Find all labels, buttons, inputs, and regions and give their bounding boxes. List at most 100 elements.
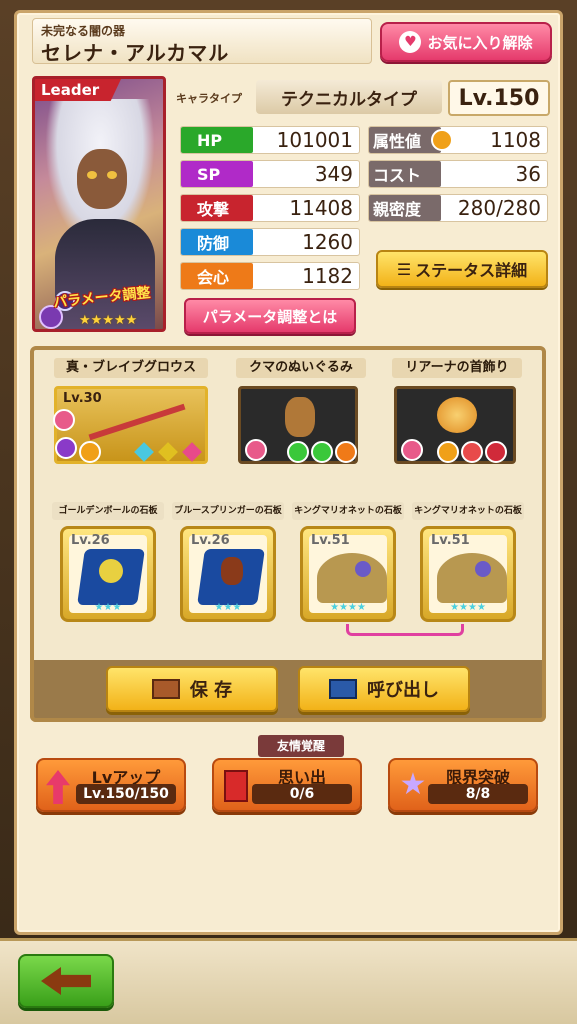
stone-title: キングマリオネットの石板 — [412, 502, 524, 520]
stat-intimacy: 親密度 280/280 — [368, 194, 548, 222]
effect-icon — [311, 441, 333, 463]
stone-title: ブルースプリンガーの石板 — [172, 502, 284, 520]
stat-value: 280/280 — [457, 196, 541, 220]
gem-icon — [158, 442, 178, 462]
bear-doll-icon — [285, 397, 315, 437]
lock-icon — [53, 409, 75, 431]
lightning-icon — [79, 441, 101, 463]
stat-cost: コスト 36 — [368, 160, 548, 188]
stat-defense: 防御 1260 — [180, 228, 360, 256]
stat-critical: 会心 1182 — [180, 262, 360, 290]
necklace-icon — [437, 397, 477, 433]
stat-value: 1260 — [302, 230, 353, 254]
limit-break-button[interactable]: ★ 限界突破 8/8 — [388, 758, 538, 812]
effect-icon — [335, 441, 357, 463]
stone-level: Lv.51 — [311, 533, 350, 548]
stat-value: 11408 — [289, 196, 353, 220]
equip-title: リアーナの首飾り — [392, 358, 522, 378]
selection-indicator — [346, 624, 464, 636]
stone-slot-4[interactable]: Lv.51 ★★★★ — [420, 526, 516, 622]
save-label: 保 存 — [189, 680, 233, 701]
memory-button[interactable]: 思い出 0/6 — [212, 758, 362, 812]
param-about-button[interactable]: パラメータ調整とは — [184, 298, 356, 334]
golden-ball-icon — [99, 559, 123, 583]
character-title-box: 未完なる闇の器 セレナ・アルカマル — [32, 18, 372, 65]
stat-value: 349 — [314, 162, 353, 186]
spear-icon — [88, 403, 186, 441]
special-icon — [485, 441, 507, 463]
rarity-stars: ★★★★★ — [79, 313, 138, 328]
stone-title: ゴールデンボールの石板 — [52, 502, 164, 520]
favorite-remove-label: お気に入り解除 — [427, 33, 533, 52]
stat-label: 攻撃 — [181, 195, 253, 221]
lock-icon — [401, 439, 423, 461]
load-button[interactable]: 呼び出し — [298, 666, 470, 712]
accessory-slot-necklace[interactable] — [394, 386, 516, 464]
stone-stars: ★★★ — [94, 602, 122, 613]
stat-value: 1108 — [490, 128, 541, 152]
effect-icon — [437, 441, 459, 463]
status-detail-label: ステータス詳細 — [415, 261, 528, 280]
stat-label: SP — [181, 161, 253, 187]
stone-level: Lv.26 — [71, 533, 110, 548]
stat-label: コスト — [369, 161, 441, 187]
save-button[interactable]: 保 存 — [106, 666, 278, 712]
stat-attack: 攻撃 11408 — [180, 194, 360, 222]
favorite-remove-button[interactable]: ♥ お気に入り解除 — [380, 22, 552, 62]
arrow-up-icon — [46, 770, 70, 804]
springer-icon — [221, 557, 243, 585]
lightning-icon — [431, 129, 453, 151]
element-icon — [55, 437, 77, 459]
stat-value: 36 — [515, 162, 541, 186]
lock-icon — [245, 439, 267, 461]
levelup-value: Lv.150/150 — [76, 784, 176, 804]
fan-tablet-icon — [437, 553, 507, 603]
stat-hp: HP 101001 — [180, 126, 360, 154]
stone-slot-2[interactable]: Lv.26 ★★★ — [180, 526, 276, 622]
weapon-slot[interactable]: Lv.30 — [53, 386, 208, 464]
memory-value: 0/6 — [252, 784, 352, 804]
stone-stars: ★★★ — [214, 602, 242, 613]
level-box: Lv.150 — [448, 80, 550, 116]
effect-icon — [461, 441, 483, 463]
stone-slot-1[interactable]: Lv.26 ★★★ — [60, 526, 156, 622]
friend-awakening-tag: 友情覚醒 — [258, 735, 344, 757]
stat-value: 101001 — [276, 128, 353, 152]
stat-label: HP — [181, 127, 253, 153]
effect-icon — [287, 441, 309, 463]
accessory-slot-bear[interactable] — [238, 386, 358, 464]
stone-level: Lv.26 — [191, 533, 230, 548]
load-label: 呼び出し — [367, 680, 439, 701]
gem-icon — [475, 561, 491, 577]
portrait-face — [77, 149, 127, 209]
load-icon — [329, 679, 357, 699]
stone-stars: ★★★★ — [330, 602, 366, 613]
arrow-left-icon — [41, 967, 91, 995]
stone-slot-3[interactable]: Lv.51 ★★★★ — [300, 526, 396, 622]
levelup-button[interactable]: Lvアップ Lv.150/150 — [36, 758, 186, 812]
stat-value: 1182 — [302, 264, 353, 288]
gem-icon — [355, 561, 371, 577]
stat-sp: SP 349 — [180, 160, 360, 188]
equip-level: Lv.30 — [63, 391, 102, 406]
character-portrait[interactable]: Leader パラメータ調整 ★★★★★ — [32, 76, 166, 332]
status-detail-button[interactable]: ☰ ステータス詳細 — [376, 250, 548, 288]
portrait-eye — [107, 171, 117, 179]
stone-stars: ★★★★ — [450, 602, 486, 613]
stone-level: Lv.51 — [431, 533, 470, 548]
stat-attribute: 属性値 1108 — [368, 126, 548, 154]
type-value: テクニカルタイプ — [256, 80, 442, 114]
equip-title: クマのぬいぐるみ — [236, 358, 366, 378]
stat-label: 親密度 — [369, 195, 441, 221]
heart-icon: ♥ — [399, 31, 422, 53]
stat-label: 会心 — [181, 263, 253, 289]
back-button[interactable] — [18, 954, 114, 1008]
save-icon — [151, 679, 180, 699]
list-icon: ☰ — [396, 259, 412, 279]
equip-title: 真・ブレイブグロウス — [54, 358, 208, 378]
gem-icon — [182, 442, 202, 462]
fan-tablet-icon — [317, 553, 387, 603]
stat-label: 防御 — [181, 229, 253, 255]
stone-title: キングマリオネットの石板 — [292, 502, 404, 520]
leader-tag: Leader — [35, 79, 121, 101]
